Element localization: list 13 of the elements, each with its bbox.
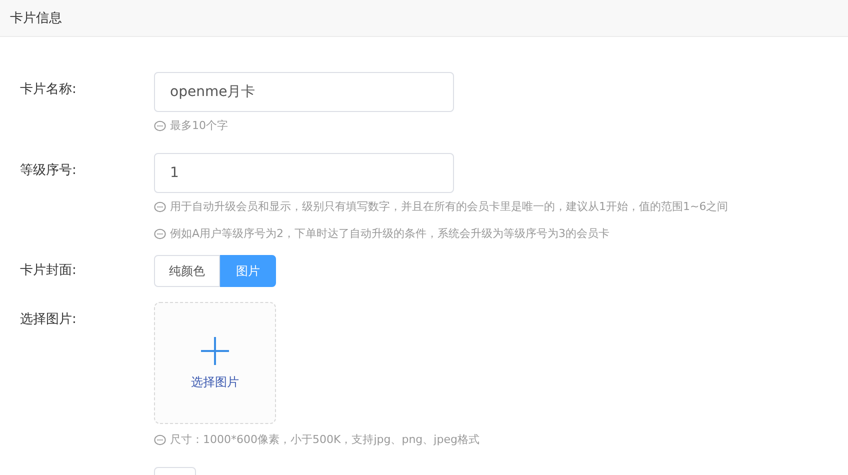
field-label: 卡片名称: [20, 82, 76, 97]
field-label: 卡片封面: [20, 263, 76, 278]
input-field[interactable]: 1 [154, 153, 454, 193]
hint-text: 最多10个字 [170, 118, 228, 133]
hint-text: 尺寸：1000*600像素，小于500K，支持jpg、png、jpeg格式 [170, 432, 480, 447]
hint-text: 例如A用户等级序号为2，下单时达了自动升级的条件，系统会升级为等级序号为3的会员卡 [170, 226, 610, 241]
panel-title: 卡片信息 [10, 10, 62, 27]
input-field[interactable]: openme月卡 [154, 72, 454, 112]
upload-button[interactable]: 选择图片 [154, 302, 276, 424]
field-label: 等级序号: [20, 163, 76, 178]
cover-option-tab[interactable]: 纯颜色 [154, 255, 220, 287]
hint-text: 用于自动升级会员和显示，级别只有填写数字，并且在所有的会员卡里是唯一的，建议从1开始，值的范围1~6之间 [170, 199, 728, 214]
field-label: 选择图片: [20, 312, 76, 327]
